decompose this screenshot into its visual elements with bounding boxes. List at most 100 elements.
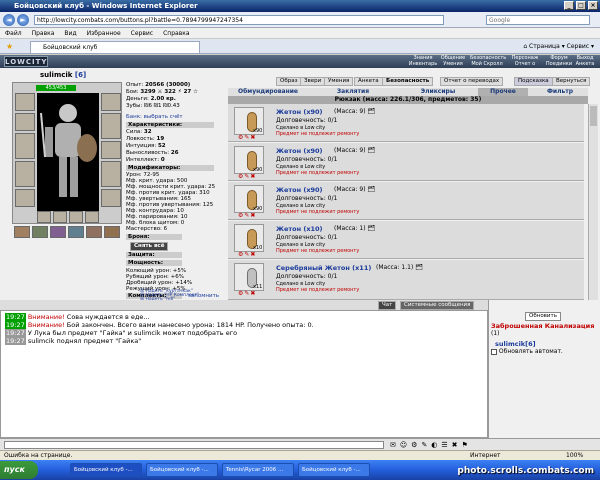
page-error-status[interactable]: Ошибка на странице. (0, 452, 72, 459)
menu-edit[interactable]: Правка (27, 28, 60, 39)
character-avatar[interactable] (37, 93, 99, 211)
maximize-button[interactable]: □ (576, 1, 586, 10)
belt-item-5[interactable] (86, 226, 102, 238)
item-name[interactable]: Серебряный Жетон (x11) (276, 264, 371, 272)
url-input[interactable] (34, 15, 444, 25)
character-name[interactable]: sulimcik [6] (40, 71, 86, 79)
menu-view[interactable]: Вид (59, 28, 81, 39)
back-button[interactable]: ◄ (3, 14, 15, 26)
menu-help[interactable]: Справка (158, 28, 194, 39)
taskbar-item[interactable]: Tennis\Rycar 2006 ... (222, 463, 294, 477)
belt-item-6[interactable] (104, 226, 120, 238)
item-durability: Долговечность: 0/1 (276, 117, 338, 124)
item-thumbnail[interactable]: x10 (234, 224, 264, 252)
item-thumbnail[interactable]: x90 (234, 146, 264, 174)
inventory-item: x90 ⚙✎✖ Жетон (x90) (Масса: 9) 🗂 Долгове… (228, 143, 584, 181)
item-actions[interactable]: ⚙✎✖ (238, 173, 256, 180)
subnav-image[interactable]: Образ (276, 77, 302, 86)
chat-input[interactable] (4, 441, 384, 449)
chat-tools-icons[interactable]: ✉☺⚙✎◐☰✖⚑ (390, 441, 472, 449)
subnav-back[interactable]: Вернуться (552, 77, 591, 86)
stat-agility: Ловкость: 19 (126, 136, 165, 142)
nav-item-chat[interactable]: Общение Умения (438, 55, 468, 67)
location-player[interactable]: sulimcik[6] (495, 340, 536, 348)
item-thumbnail[interactable]: x11 (234, 263, 264, 291)
stat-intuition: Интуиция: 52 (126, 143, 166, 149)
refresh-button[interactable]: Обновить (525, 312, 561, 321)
subnav-security[interactable]: Безопасность (382, 77, 434, 86)
tools-menu[interactable]: Сервис (567, 43, 589, 50)
shield-slot[interactable] (101, 113, 121, 139)
subnav-profile[interactable]: Анкета (354, 77, 383, 86)
tab-system-messages[interactable]: Системные сообщения (400, 301, 475, 310)
weapon-slot[interactable] (15, 133, 35, 159)
ring-slot[interactable] (101, 141, 121, 159)
subnav-skills[interactable]: Умения (324, 77, 354, 86)
scroll-slot-4[interactable] (85, 211, 99, 223)
inventory-item: x10 ⚙✎✖ Жетон (x10) (Масса: 1) 🗂 Долгове… (228, 221, 584, 259)
menu-tools[interactable]: Сервис (126, 28, 158, 39)
item-thumbnail[interactable]: x90 (234, 107, 264, 135)
power-header[interactable]: Мощность: (126, 260, 182, 266)
tab-chat[interactable]: Чат (378, 301, 397, 310)
item-actions[interactable]: ⚙✎✖ (238, 212, 256, 219)
belt-item-3[interactable] (50, 226, 66, 238)
defense-header[interactable]: Защита: (126, 252, 182, 258)
minimize-button[interactable]: _ (564, 1, 574, 10)
item-thumbnail[interactable]: x90 (234, 185, 264, 213)
favorites-star-icon[interactable]: ★ (6, 42, 13, 51)
modifiers-header[interactable]: Модификаторы: (126, 165, 214, 171)
subnav-transfers[interactable]: Отчет о переводах (440, 77, 504, 86)
item-name[interactable]: Жетон (x90) (276, 108, 323, 116)
item-actions[interactable]: ⚙✎✖ (238, 251, 256, 258)
tab-other[interactable]: Прочее (478, 88, 528, 96)
characteristics-header[interactable]: Характеристики: (126, 122, 214, 128)
belt-item-1[interactable] (14, 226, 30, 238)
tab-filter[interactable]: Фильтр (532, 88, 588, 96)
item-name[interactable]: Жетон (x10) (276, 225, 323, 233)
earring-slot[interactable] (15, 113, 35, 131)
page-menu[interactable]: Страница (529, 43, 560, 50)
tab-spells[interactable]: Заклятия (328, 88, 378, 96)
scroll-slot-1[interactable] (37, 211, 51, 223)
chat-log[interactable]: 19:27 Внимание! Сова нуждается в еде... … (0, 310, 488, 438)
subnav-hint[interactable]: Подсказка (514, 77, 553, 86)
helmet-slot[interactable] (15, 93, 35, 111)
leggings-slot[interactable] (101, 161, 121, 187)
menu-file[interactable]: Файл (0, 28, 27, 39)
nav-item-security[interactable]: Безопасность Мой Скролл (470, 55, 506, 67)
subnav-pets[interactable]: Звери (300, 77, 326, 86)
scrollbar-thumb[interactable] (590, 106, 597, 126)
start-button[interactable]: пуск (0, 461, 38, 479)
auto-refresh-option[interactable]: Обновлять автомат. (491, 348, 563, 355)
taskbar-item[interactable]: Бойцовский клуб -... (70, 463, 142, 477)
tab-elixirs[interactable]: Эликсиры (413, 88, 463, 96)
remove-all-button[interactable]: Снять всё (130, 242, 169, 251)
browser-tab[interactable]: Бойцовский клуб (30, 41, 200, 53)
menu-favorites[interactable]: Избранное (82, 28, 126, 39)
nav-item-knowledge[interactable]: Знания Инвентарь (408, 55, 438, 67)
boots-slot[interactable] (101, 189, 121, 207)
search-input[interactable] (486, 15, 590, 25)
inventory-scrollbar[interactable] (588, 104, 598, 300)
belt-slot[interactable] (15, 189, 35, 207)
item-name[interactable]: Жетон (x90) (276, 186, 323, 194)
scroll-slot-2[interactable] (53, 211, 67, 223)
forward-button[interactable]: ► (17, 14, 29, 26)
armor-header[interactable]: Броня: (126, 234, 182, 240)
belt-item-4[interactable] (68, 226, 84, 238)
armor-slot[interactable] (15, 161, 35, 187)
item-actions[interactable]: ⚙✎✖ (238, 134, 256, 141)
belt-item-2[interactable] (32, 226, 48, 238)
tab-equipment[interactable]: Обмундирование (228, 88, 308, 96)
nav-item-exit[interactable]: Выход Анкета (570, 55, 600, 67)
item-name[interactable]: Жетон (x90) (276, 147, 323, 155)
scroll-slot-3[interactable] (69, 211, 83, 223)
gloves-slot[interactable] (101, 93, 121, 111)
close-window-button[interactable]: × (588, 1, 598, 10)
home-icon[interactable]: ⌂ (523, 43, 527, 50)
bank-link[interactable]: Банк: выбрать счёт (126, 114, 183, 120)
item-actions[interactable]: ⚙✎✖ (238, 290, 256, 297)
taskbar-item[interactable]: Бойцовский клуб -... (146, 463, 218, 477)
taskbar-item[interactable]: Бойцовский клуб -... (298, 463, 370, 477)
